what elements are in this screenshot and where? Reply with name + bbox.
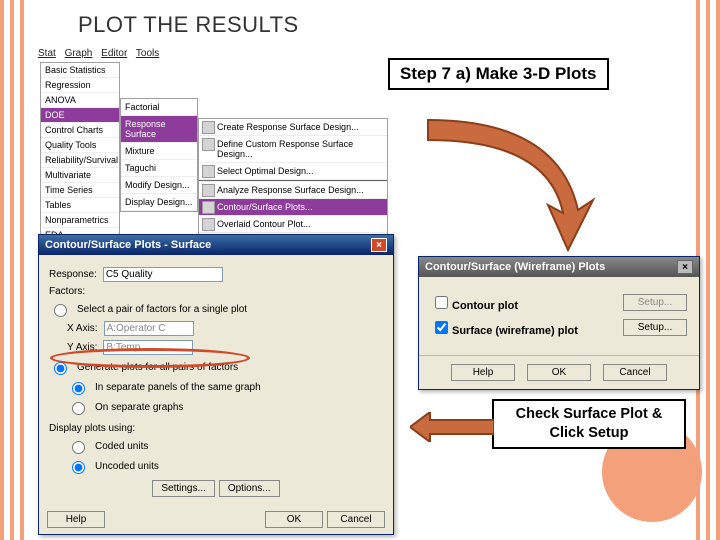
label-all-pairs: Generate plots for all pairs of factors (77, 362, 238, 373)
menu-item-taguchi[interactable]: Taguchi (121, 160, 197, 177)
help-button[interactable]: Help (451, 364, 515, 381)
checkbox-contour-plot[interactable] (435, 296, 448, 309)
setup-surface-button[interactable]: Setup... (623, 319, 687, 336)
menu-item-modify-design[interactable]: Modify Design... (121, 177, 197, 194)
menubar[interactable]: Stat Graph Editor Tools (38, 48, 165, 59)
menu-stat[interactable]: Stat (38, 48, 56, 59)
radio-all-pairs[interactable] (54, 362, 67, 375)
menu-graph[interactable]: Graph (65, 48, 93, 59)
menu-item-multivariate[interactable]: Multivariate (41, 168, 119, 183)
menu-item-select-optimal[interactable]: Select Optimal Design... (199, 163, 387, 180)
display-units-label: Display plots using: (49, 423, 135, 434)
radio-coded-units[interactable] (72, 441, 85, 454)
menu-item-create-rsd[interactable]: Create Response Surface Design... (199, 119, 387, 136)
x-axis-label: X Axis: (67, 323, 98, 334)
y-axis-select[interactable]: B:Temp (103, 340, 193, 355)
callout-step7: Step 7 a) Make 3-D Plots (388, 58, 609, 90)
label-in-panels: In separate panels of the same graph (95, 382, 261, 393)
dialog-titlebar[interactable]: Contour/Surface Plots - Surface × (39, 235, 393, 255)
menu-tools[interactable]: Tools (136, 48, 159, 59)
contour-surface-plots-dialog: Contour/Surface Plots - Surface × Respon… (38, 234, 394, 535)
checkbox-surface-plot[interactable] (435, 321, 448, 334)
setup-contour-button[interactable]: Setup... (623, 294, 687, 311)
wireframe-plots-dialog: Contour/Surface (Wireframe) Plots × Cont… (418, 256, 700, 390)
menu-item-define-custom-rsd[interactable]: Define Custom Response Surface Design... (199, 136, 387, 163)
menu-item-reliability[interactable]: Reliability/Survival (41, 153, 119, 168)
label-coded-units: Coded units (95, 441, 148, 452)
menu-item-nonparametrics[interactable]: Nonparametrics (41, 213, 119, 228)
label-surface-plot: Surface (wireframe) plot (452, 325, 578, 337)
menu-item-overlaid-contour[interactable]: Overlaid Contour Plot... (199, 216, 387, 233)
response-label: Response: (49, 269, 97, 280)
menu-item-regression[interactable]: Regression (41, 78, 119, 93)
menu-item-analyze-rsd[interactable]: Analyze Response Surface Design... (199, 182, 387, 199)
menu-item-time-series[interactable]: Time Series (41, 183, 119, 198)
menu-item-factorial[interactable]: Factorial (121, 99, 197, 116)
help-button[interactable]: Help (47, 511, 105, 528)
arrow-swoop-icon (408, 110, 608, 260)
label-single-pair: Select a pair of factors for a single pl… (77, 304, 247, 315)
menu-editor[interactable]: Editor (101, 48, 127, 59)
doe-submenu[interactable]: Factorial Response Surface Mixture Taguc… (120, 98, 198, 212)
menu-item-response-surface[interactable]: Response Surface (121, 116, 197, 143)
close-icon[interactable]: × (677, 260, 693, 274)
menu-item-control-charts[interactable]: Control Charts (41, 123, 119, 138)
label-separate-graphs: On separate graphs (95, 402, 183, 413)
radio-uncoded-units[interactable] (72, 461, 85, 474)
menu-item-mixture[interactable]: Mixture (121, 143, 197, 160)
label-contour-plot: Contour plot (452, 300, 518, 312)
callout-check-surface: Check Surface Plot & Click Setup (492, 399, 686, 449)
y-axis-label: Y Axis: (67, 342, 97, 353)
factors-label: Factors: (49, 286, 85, 297)
cancel-button[interactable]: Cancel (327, 511, 385, 528)
radio-separate-graphs[interactable] (72, 402, 85, 415)
page-title: PLOT THE RESULTS (78, 12, 299, 38)
dialog-titlebar[interactable]: Contour/Surface (Wireframe) Plots × (419, 257, 699, 277)
arrow-left-icon (410, 412, 494, 442)
menu-item-tables[interactable]: Tables (41, 198, 119, 213)
ok-button[interactable]: OK (527, 364, 591, 381)
close-icon[interactable]: × (371, 238, 387, 252)
menu-item-contour-surface-plots[interactable]: Contour/Surface Plots... (199, 199, 387, 216)
radio-in-panels[interactable] (72, 382, 85, 395)
dialog-title: Contour/Surface (Wireframe) Plots (425, 261, 605, 273)
options-button[interactable]: Options... (219, 480, 280, 497)
radio-single-pair[interactable] (54, 304, 67, 317)
ok-button[interactable]: OK (265, 511, 323, 528)
response-select[interactable]: C5 Quality (103, 267, 223, 282)
decorative-stripe-left (0, 0, 24, 540)
label-uncoded-units: Uncoded units (95, 461, 159, 472)
menu-item-quality-tools[interactable]: Quality Tools (41, 138, 119, 153)
menu-item-display-design[interactable]: Display Design... (121, 194, 197, 211)
x-axis-select[interactable]: A:Operator C (104, 321, 194, 336)
menu-item-basic-statistics[interactable]: Basic Statistics (41, 63, 119, 78)
menu-item-anova[interactable]: ANOVA (41, 93, 119, 108)
settings-button[interactable]: Settings... (152, 480, 214, 497)
response-surface-submenu[interactable]: Create Response Surface Design... Define… (198, 118, 388, 251)
dialog-title: Contour/Surface Plots - Surface (45, 239, 211, 251)
cancel-button[interactable]: Cancel (603, 364, 667, 381)
menu-item-doe[interactable]: DOE (41, 108, 119, 123)
